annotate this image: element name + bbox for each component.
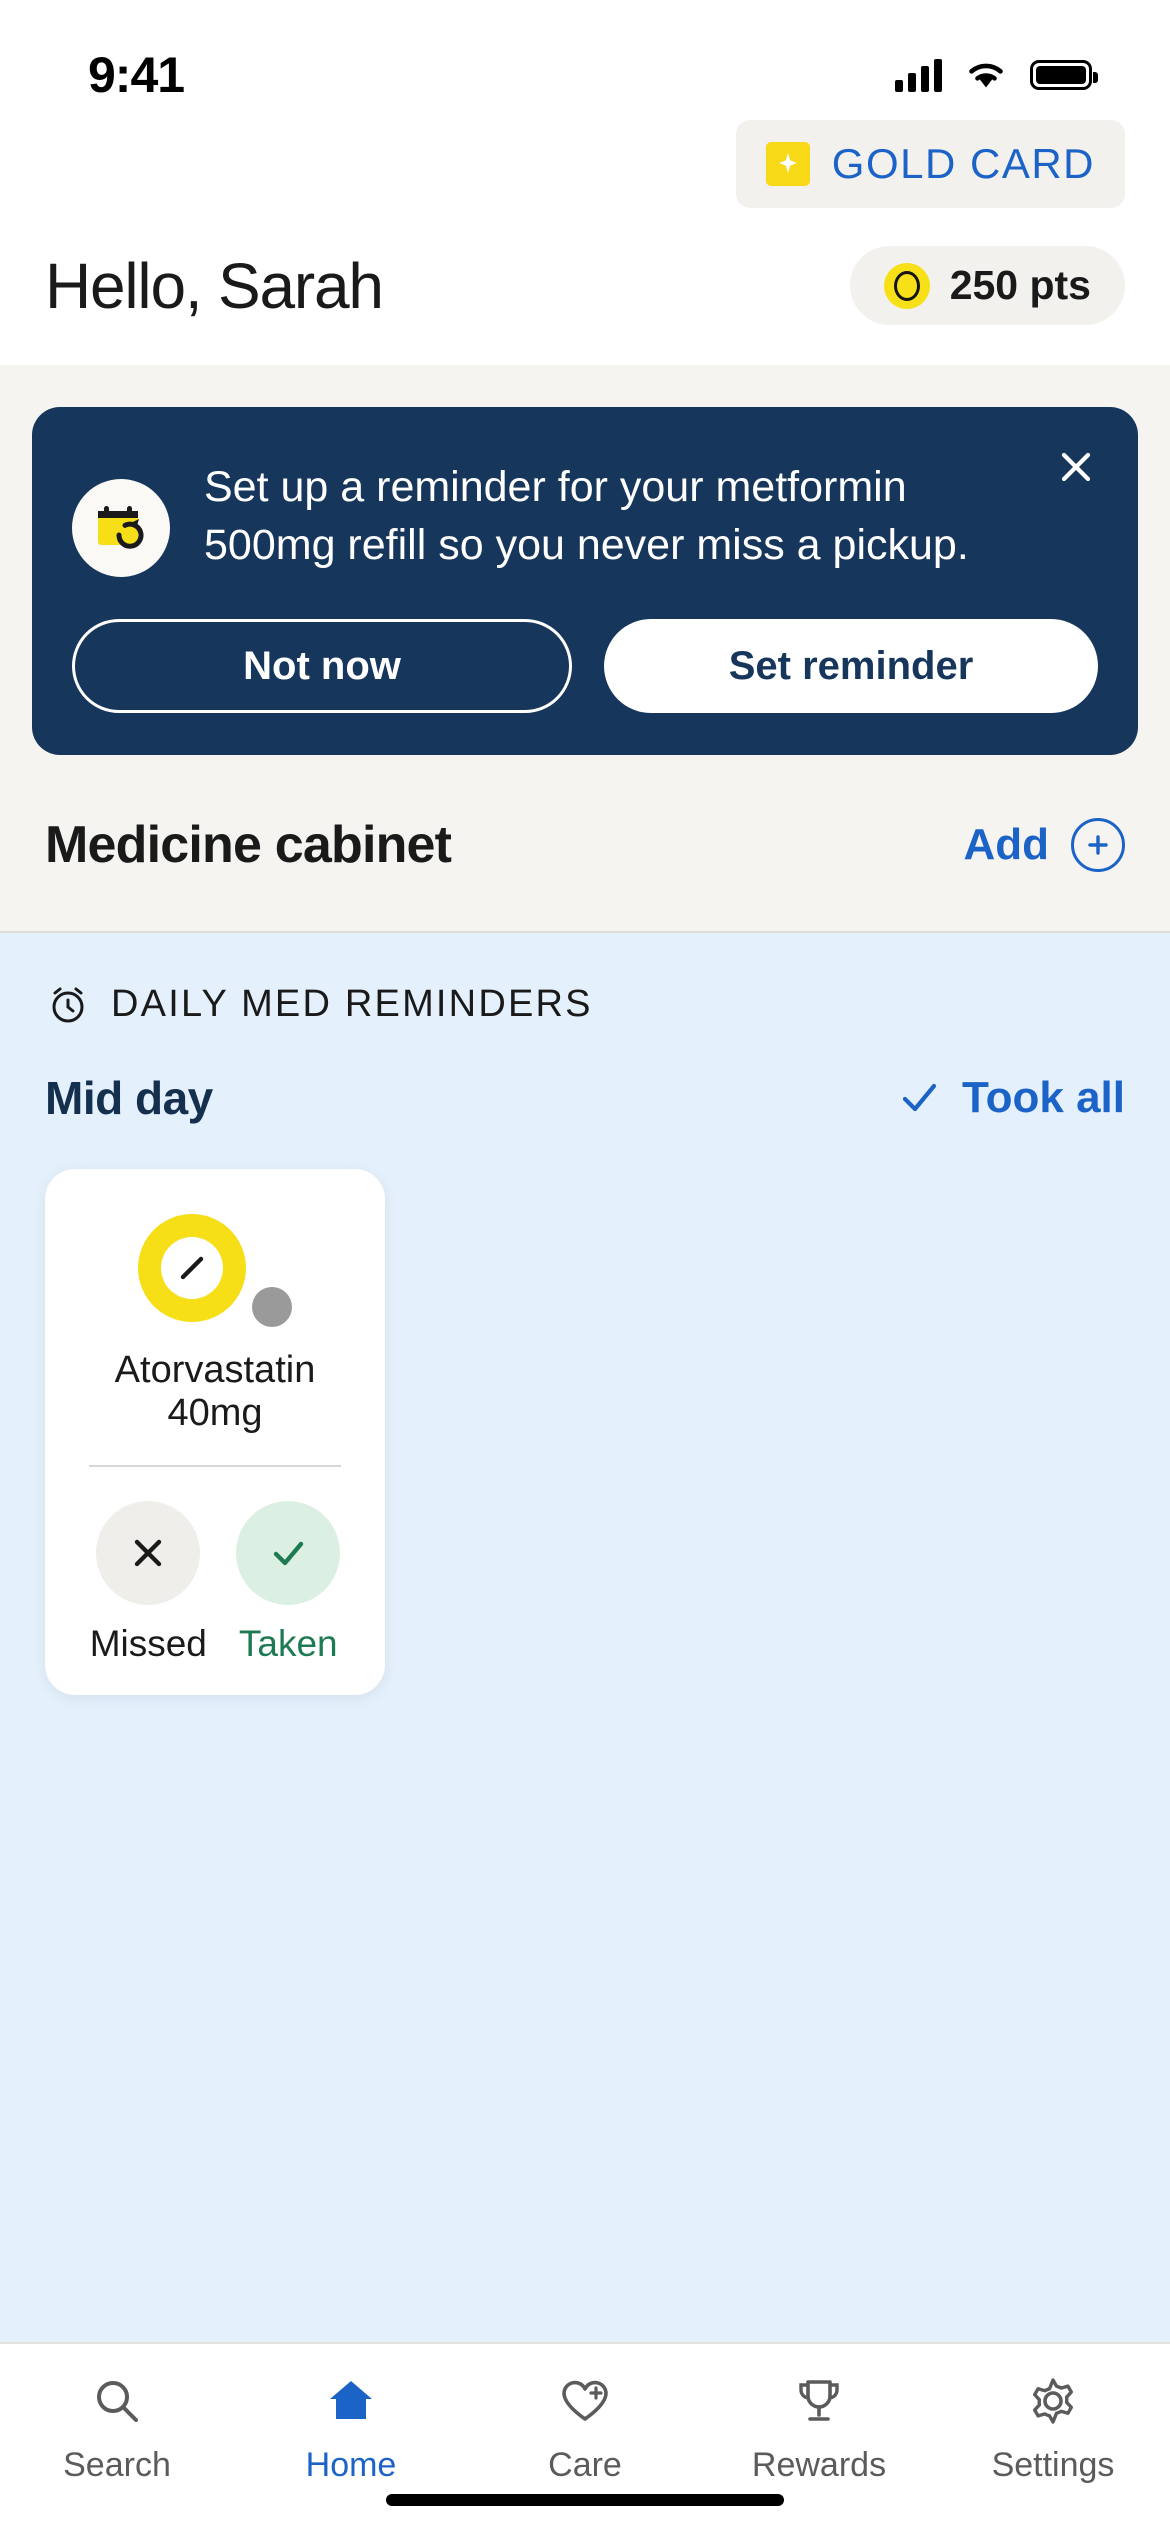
points-value: 250 pts	[949, 262, 1091, 308]
card-divider	[89, 1465, 341, 1467]
reminder-time-of-day: Mid day	[45, 1072, 213, 1124]
medicine-cabinet-header: Medicine cabinet Add	[0, 755, 1170, 931]
tab-settings[interactable]: Settings	[936, 2370, 1170, 2485]
tab-label-care: Care	[548, 2446, 622, 2484]
main-content: Set up a reminder for your metformin 500…	[0, 365, 1170, 2342]
plus-circle-icon	[1071, 818, 1125, 872]
close-icon[interactable]	[1050, 441, 1102, 493]
mark-taken-button[interactable]: Taken	[236, 1501, 341, 1665]
calendar-refill-reminder-icon	[72, 479, 170, 577]
alarm-clock-icon	[52, 987, 84, 1023]
x-icon	[96, 1501, 201, 1605]
tab-label-rewards: Rewards	[751, 2446, 887, 2484]
sparkle-icon	[765, 142, 810, 186]
add-medication-button[interactable]: Add	[963, 818, 1125, 872]
trophy-icon	[790, 2370, 848, 2432]
took-all-label: Took all	[962, 1073, 1125, 1122]
home-icon	[322, 2370, 380, 2432]
greeting-title: Hello, Sarah	[45, 249, 384, 322]
tab-rewards[interactable]: Rewards	[702, 2370, 936, 2485]
medication-actions: Missed Taken	[75, 1501, 355, 1665]
tab-home[interactable]: Home	[234, 2370, 468, 2485]
taken-label: Taken	[238, 1623, 338, 1664]
medication-card[interactable]: Atorvastatin 40mg Missed Taken	[45, 1169, 385, 1695]
gear-icon	[1024, 2370, 1082, 2432]
banner-message: Set up a reminder for your metformin 500…	[204, 463, 969, 569]
tab-label-settings: Settings	[991, 2446, 1115, 2484]
medication-icon-row	[75, 1203, 355, 1333]
tab-search[interactable]: Search	[0, 2370, 234, 2485]
search-icon	[88, 2370, 146, 2432]
tab-label-search: Search	[63, 2446, 171, 2484]
pill-tablet-icon	[138, 1214, 246, 1322]
status-bar: 9:41	[0, 0, 1170, 120]
add-label: Add	[963, 820, 1049, 869]
battery-icon	[1030, 60, 1098, 90]
check-icon	[902, 1083, 937, 1112]
status-dot-grey	[252, 1287, 292, 1327]
status-bar-time: 9:41	[88, 47, 185, 103]
set-reminder-button[interactable]: Set reminder	[604, 619, 1098, 713]
reminders-section-label: DAILY MED REMINDERS	[111, 982, 593, 1025]
points-badge[interactable]: 250 pts	[849, 246, 1125, 325]
banner-container: Set up a reminder for your metformin 500…	[0, 365, 1170, 755]
signal-bars-icon	[895, 58, 942, 92]
wifi-icon	[969, 63, 1003, 88]
app-screen: 9:41 GOLD CARD Hello, Sarah 250 pts Set …	[0, 0, 1170, 2532]
tab-care[interactable]: Care	[468, 2370, 702, 2485]
medicine-cabinet-title: Medicine cabinet	[45, 816, 452, 874]
not-now-button[interactable]: Not now	[72, 619, 572, 713]
daily-med-reminders-section: DAILY MED REMINDERS Mid day Took all Ato…	[0, 931, 1170, 2342]
reminders-time-row: Mid day Took all	[45, 1071, 1125, 1125]
reminders-section-header: DAILY MED REMINDERS	[45, 981, 1125, 1027]
medication-name: Atorvastatin 40mg	[114, 1349, 316, 1434]
check-icon	[236, 1501, 341, 1605]
coin-icon	[883, 262, 930, 309]
status-bar-indicators	[895, 58, 1098, 92]
tab-label-home: Home	[305, 2446, 397, 2484]
refill-reminder-banner: Set up a reminder for your metformin 500…	[32, 407, 1138, 755]
mark-missed-button[interactable]: Missed	[90, 1501, 207, 1665]
missed-label: Missed	[89, 1623, 207, 1664]
heart-plus-icon	[556, 2370, 614, 2432]
home-indicator	[386, 2494, 784, 2506]
gold-card-label: GOLD CARD	[831, 140, 1095, 187]
app-header: GOLD CARD Hello, Sarah 250 pts	[0, 120, 1170, 365]
gold-card-badge[interactable]: GOLD CARD	[735, 120, 1125, 208]
took-all-button[interactable]: Took all	[896, 1073, 1125, 1123]
